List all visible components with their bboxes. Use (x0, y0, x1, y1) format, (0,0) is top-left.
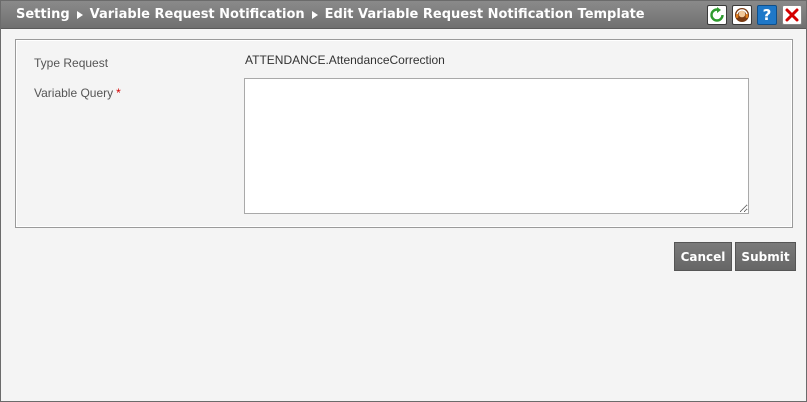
edit-template-window: Setting Variable Request Notification Ed… (0, 0, 807, 402)
help-glyph: ? (762, 5, 772, 24)
refresh-icon[interactable] (707, 5, 727, 25)
window-toolbar: ? (707, 5, 802, 25)
type-request-label: Type Request (34, 56, 109, 70)
breadcrumb: Setting Variable Request Notification Ed… (1, 7, 645, 22)
variable-query-label-text: Variable Query (34, 86, 114, 100)
variable-query-label: Variable Query * (34, 86, 121, 100)
form-panel: Type Request ATTENDANCE.AttendanceCorrec… (15, 39, 793, 228)
breadcrumb-item-setting[interactable]: Setting (16, 7, 70, 22)
support-icon[interactable] (732, 5, 752, 25)
variable-query-input[interactable] (244, 78, 749, 214)
type-request-value: ATTENDANCE.AttendanceCorrection (245, 53, 445, 67)
title-bar: Setting Variable Request Notification Ed… (1, 1, 806, 29)
help-icon[interactable]: ? (757, 5, 777, 25)
close-icon[interactable] (782, 5, 802, 25)
breadcrumb-arrow-icon (311, 10, 318, 19)
breadcrumb-item-variable-request-notification[interactable]: Variable Request Notification (90, 7, 305, 22)
breadcrumb-item-edit-template: Edit Variable Request Notification Templ… (324, 7, 645, 22)
required-marker: * (116, 86, 121, 100)
cancel-button[interactable]: Cancel (674, 242, 732, 271)
submit-button[interactable]: Submit (735, 242, 796, 271)
breadcrumb-arrow-icon (76, 10, 83, 19)
